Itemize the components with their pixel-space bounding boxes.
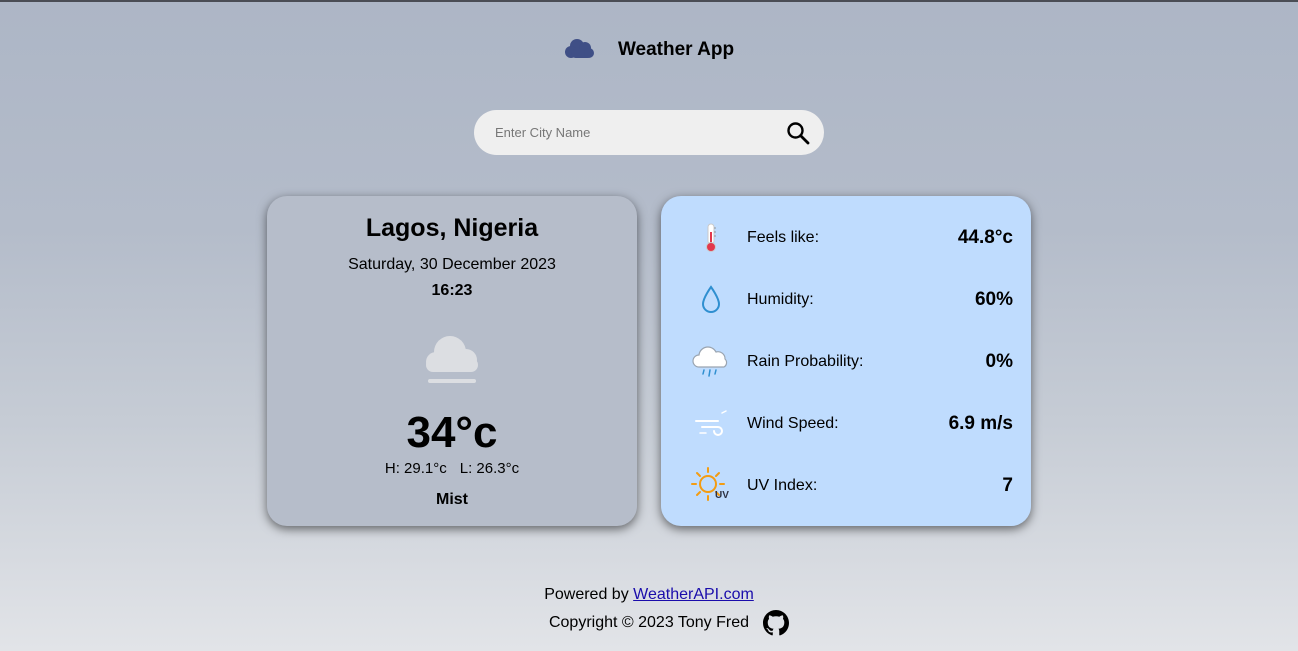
high-temp: H: 29.1°c: [384, 460, 447, 477]
detail-row-uv-index: UV UV Index: 7: [689, 462, 1013, 510]
copyright-line: Copyright © 2023 Tony Fred: [40, 610, 1298, 636]
current-time: 16:23: [431, 282, 473, 299]
thermometer-icon: [689, 216, 733, 260]
uv-sun-icon: UV: [689, 464, 733, 508]
detail-value: 44.8°c: [957, 227, 1013, 248]
high-low-temps: H: 29.1°c L: 26.3°c: [267, 460, 637, 477]
detail-value: 60%: [974, 289, 1013, 310]
weather-details-card: Feels like: 44.8°c Humidity: 60% Rain Pr…: [661, 196, 1031, 526]
detail-row-feels-like: Feels like: 44.8°c: [689, 214, 1013, 262]
current-date: Saturday, 30 December 2023: [348, 256, 556, 273]
app-title: Weather App: [617, 39, 735, 60]
search-bar: [474, 110, 824, 155]
detail-row-wind-speed: Wind Speed: 6.9 m/s: [689, 400, 1013, 448]
detail-label: Feels like:: [747, 229, 820, 246]
wind-icon: [689, 402, 733, 446]
detail-label: Wind Speed:: [747, 415, 839, 432]
cloud-icon: [564, 39, 594, 58]
weatherapi-link[interactable]: WeatherAPI.com: [633, 586, 754, 603]
copyright-text: Copyright © 2023 Tony Fred: [548, 614, 750, 631]
rain-cloud-icon: [689, 340, 733, 384]
footer: Powered by WeatherAPI.com Copyright © 20…: [0, 586, 1298, 636]
powered-by-text: Powered by: [544, 586, 629, 603]
city-search-input[interactable]: [495, 125, 786, 140]
detail-value: 0%: [985, 351, 1013, 372]
detail-row-humidity: Humidity: 60%: [689, 276, 1013, 324]
low-temp: L: 26.3°c: [459, 460, 520, 477]
city-name: Lagos, Nigeria: [365, 214, 539, 242]
weather-condition: Mist: [436, 491, 468, 508]
mist-cloud-icon: [426, 336, 478, 383]
app-header: Weather App: [0, 32, 1298, 68]
detail-label: UV Index:: [747, 477, 818, 494]
detail-row-rain-probability: Rain Probability: 0%: [689, 338, 1013, 386]
powered-by: Powered by WeatherAPI.com: [0, 586, 1298, 604]
detail-value: 7: [1002, 475, 1013, 496]
detail-label: Humidity:: [747, 291, 814, 308]
detail-value: 6.9 m/s: [948, 413, 1013, 434]
current-temperature: 34°c: [406, 408, 498, 457]
github-icon[interactable]: [763, 610, 790, 636]
water-drop-icon: [689, 278, 733, 322]
search-icon[interactable]: [786, 121, 810, 145]
current-weather-card: Lagos, Nigeria Saturday, 30 December 202…: [267, 196, 637, 526]
detail-label: Rain Probability:: [747, 353, 864, 370]
svg-text:UV: UV: [715, 490, 729, 501]
